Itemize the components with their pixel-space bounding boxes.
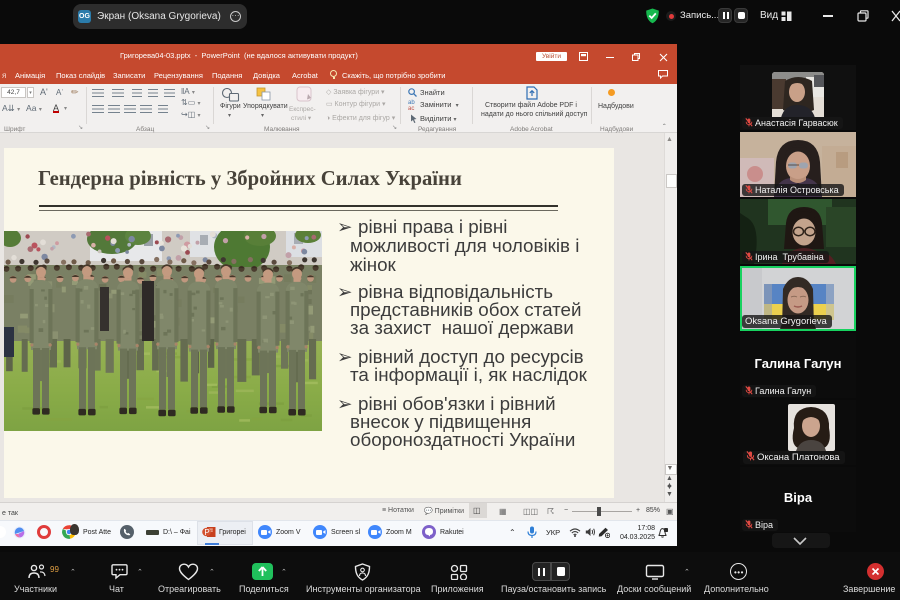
svg-text:P: P xyxy=(204,528,209,537)
